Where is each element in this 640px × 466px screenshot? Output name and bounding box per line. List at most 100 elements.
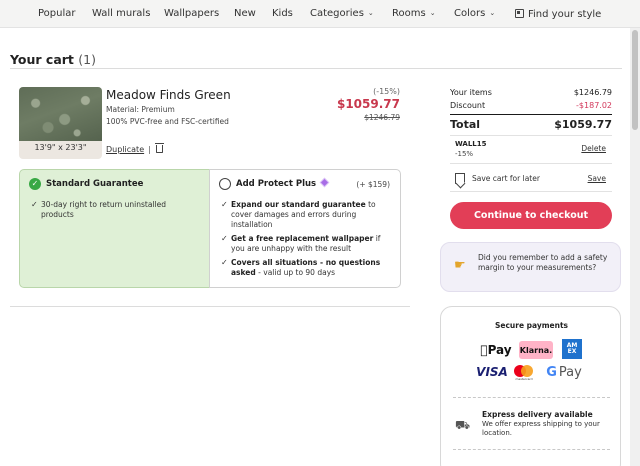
product-size: 13'9" x 23'3" xyxy=(34,143,87,152)
bullet-rest: - valid up to 90 days xyxy=(255,268,336,277)
nav-colors-label: Colors xyxy=(454,8,486,19)
bullet-bold: Get a free replacement wallpaper xyxy=(231,234,374,243)
discount-code-percent: -15% xyxy=(455,150,474,158)
bullet-bold: Expand our standard guarantee xyxy=(231,200,366,209)
cart-heading: Your cart (1) xyxy=(10,52,96,67)
nav-rooms-label: Rooms xyxy=(392,8,426,19)
chevron-down-icon: ⌄ xyxy=(429,9,436,17)
protect-plus-title-wrap: Add Protect Plus xyxy=(236,178,329,189)
divider xyxy=(450,163,612,164)
check-icon: ✓ xyxy=(221,234,228,243)
apple-pay-label: Pay xyxy=(483,343,512,357)
truck-icon: ⛟ xyxy=(455,418,471,432)
nav-kids[interactable]: Kids xyxy=(272,8,293,19)
check-circle-icon: ✓ xyxy=(29,178,41,190)
style-quiz-icon xyxy=(515,9,524,18)
protect-plus-option[interactable]: Add Protect Plus (+ $159) ✓ Expand our s… xyxy=(209,169,401,288)
product-name[interactable]: Meadow Finds Green xyxy=(106,88,231,102)
summary-total-value: $1059.77 xyxy=(554,118,612,131)
divider xyxy=(450,114,612,115)
divider xyxy=(10,68,622,69)
cart-count: (1) xyxy=(78,52,96,67)
list-item: ✓ Covers all situations - no questions a… xyxy=(221,258,393,278)
page-scrollbar[interactable] xyxy=(630,28,640,466)
checkout-button[interactable]: Continue to checkout xyxy=(450,202,612,229)
action-separator: | xyxy=(148,145,151,154)
bullet-text: 30-day right to return uninstalled produ… xyxy=(41,200,166,219)
apple-pay-logo: Pay xyxy=(479,341,513,359)
diamond-icon xyxy=(321,178,329,187)
google-pay-label: Pay xyxy=(558,364,582,380)
save-cart-label: Save cart for later xyxy=(472,174,540,183)
summary-items-label: Your items xyxy=(450,88,492,97)
divider xyxy=(453,449,610,450)
bullet-text: Expand our standard guarantee to cover d… xyxy=(221,200,393,230)
discount-code: WALL15 xyxy=(455,140,487,148)
nav-popular[interactable]: Popular xyxy=(38,8,76,19)
bookmark-icon xyxy=(455,173,465,184)
save-cart-link[interactable]: Save xyxy=(588,174,606,183)
secure-payments-card: Secure payments Pay Klarna. AM EX VISA … xyxy=(440,306,621,466)
product-certification: 100% PVC-free and FSC-certified xyxy=(106,117,229,126)
trash-icon[interactable] xyxy=(155,143,164,153)
duplicate-link[interactable]: Duplicate xyxy=(106,145,144,154)
nav-categories[interactable]: Categories ⌄ xyxy=(310,8,374,19)
secure-payments-title: Secure payments xyxy=(494,321,569,330)
divider xyxy=(450,191,612,192)
divider xyxy=(453,397,610,398)
standard-guarantee-option[interactable]: ✓ Standard Guarantee ✓ 30-day right to r… xyxy=(19,169,210,288)
scrollbar-thumb[interactable] xyxy=(632,30,638,130)
product-thumbnail[interactable]: 13'9" x 23'3" xyxy=(19,87,102,159)
bullet-text: Get a free replacement wallpaper if you … xyxy=(221,234,393,254)
chevron-down-icon: ⌄ xyxy=(489,9,496,17)
check-icon: ✓ xyxy=(221,258,228,267)
nav-find-your-style-label: Find your style xyxy=(528,9,602,20)
list-item: ✓ Expand our standard guarantee to cover… xyxy=(221,200,393,230)
summary-items-row: Your items $1246.79 xyxy=(450,88,612,97)
mastercard-caption: mastercard xyxy=(515,377,533,381)
summary-total-label: Total xyxy=(450,118,481,131)
summary-items-value: $1246.79 xyxy=(573,88,612,97)
summary-discount-value: -$187.02 xyxy=(576,101,612,110)
product-material: Material: Premium xyxy=(106,105,175,114)
protect-plus-price: (+ $159) xyxy=(356,180,390,189)
apple-icon:  xyxy=(480,343,487,357)
summary-discount-row: Discount -$187.02 xyxy=(450,101,612,110)
list-item: ✓ 30-day right to return uninstalled pro… xyxy=(31,200,201,220)
measurement-tip-card: ☛ Did you remember to add a safety margi… xyxy=(440,242,621,292)
summary-total-row: Total $1059.77 xyxy=(450,118,612,131)
visa-logo: VISA xyxy=(476,365,508,379)
top-nav: Popular Wall murals Wallpapers New Kids … xyxy=(0,0,640,28)
check-icon: ✓ xyxy=(221,200,228,209)
protect-plus-radio[interactable] xyxy=(219,178,231,190)
klarna-logo: Klarna. xyxy=(519,341,553,359)
google-pay-logo: G Pay xyxy=(541,362,587,382)
protect-plus-title: Add Protect Plus xyxy=(236,179,317,189)
standard-guarantee-title: Standard Guarantee xyxy=(46,179,144,189)
mastercard-logo: mastercard xyxy=(513,363,535,381)
nav-wall-murals[interactable]: Wall murals xyxy=(92,8,150,19)
nav-find-your-style[interactable]: Find your style xyxy=(515,8,601,20)
product-original-price: $1246.79 xyxy=(364,113,400,122)
google-g-icon: G xyxy=(546,364,557,380)
delivery-text: We offer express shipping to your locati… xyxy=(482,420,600,437)
mastercard-orange-circle xyxy=(521,365,533,377)
nav-new[interactable]: New xyxy=(234,8,256,19)
nav-colors[interactable]: Colors ⌄ xyxy=(454,8,495,19)
bullet-text: Covers all situations - no questions ask… xyxy=(221,258,393,278)
product-price: $1059.77 xyxy=(336,97,400,111)
list-item: ✓ Get a free replacement wallpaper if yo… xyxy=(221,234,393,254)
chevron-down-icon: ⌄ xyxy=(367,9,374,17)
pointing-hand-icon: ☛ xyxy=(454,258,466,273)
delete-code-link[interactable]: Delete xyxy=(581,144,606,153)
divider xyxy=(450,135,612,136)
discount-percent: (-15%) xyxy=(373,87,400,96)
nav-rooms[interactable]: Rooms ⌄ xyxy=(392,8,436,19)
divider xyxy=(10,306,410,307)
amex-logo: AM EX xyxy=(562,339,582,359)
nav-categories-label: Categories xyxy=(310,8,364,19)
product-image xyxy=(19,87,102,141)
nav-wallpapers[interactable]: Wallpapers xyxy=(164,8,219,19)
check-icon: ✓ xyxy=(31,200,38,209)
delivery-title: Express delivery available xyxy=(482,410,593,419)
